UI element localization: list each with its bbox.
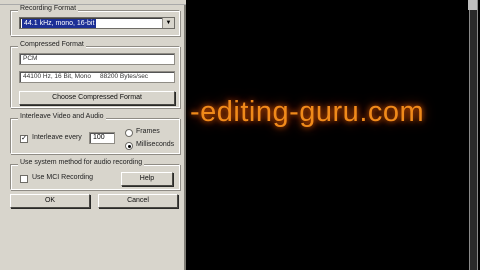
interleave-checkbox-label: Interleave every xyxy=(32,134,82,141)
interleave-checkbox[interactable]: ✓ xyxy=(20,135,28,143)
frames-radio[interactable] xyxy=(125,129,133,137)
scrollbar-track[interactable] xyxy=(469,0,478,270)
system-method-group: Use system method for audio recording Us… xyxy=(10,159,180,190)
recording-format-value: 44.1 kHz, mono, 16-bit xyxy=(22,19,97,28)
interleave-value-input[interactable]: 100 xyxy=(89,132,115,144)
chevron-down-icon[interactable]: ▼ xyxy=(162,18,174,28)
system-method-label: Use system method for audio recording xyxy=(18,159,145,166)
format-details: 44100 Hz, 16 Bit, Mono xyxy=(23,73,91,80)
help-button[interactable]: Help xyxy=(121,172,173,186)
scrollbar-thumb[interactable] xyxy=(468,0,477,10)
interleave-group: Interleave Video and Audio ✓ Interleave … xyxy=(10,113,180,154)
milliseconds-radio[interactable] xyxy=(125,142,133,150)
ok-button[interactable]: OK xyxy=(10,194,90,208)
mci-recording-checkbox[interactable] xyxy=(20,175,28,183)
compressed-format-label: Compressed Format xyxy=(18,41,86,48)
choose-compressed-format-button[interactable]: Choose Compressed Format xyxy=(19,91,175,105)
vertical-scrollbar[interactable] xyxy=(464,0,480,270)
interleave-label: Interleave Video and Audio xyxy=(18,113,106,120)
cancel-button[interactable]: Cancel xyxy=(98,194,178,208)
recording-format-select[interactable]: 44.1 kHz, mono, 16-bit ▼ xyxy=(19,17,175,29)
mci-recording-label: Use MCI Recording xyxy=(32,174,94,181)
format-details-field: 44100 Hz, 16 Bit, Mono 88200 Bytes/sec xyxy=(19,71,175,83)
bytes-per-sec: 88200 Bytes/sec xyxy=(100,73,149,80)
audio-format-dialog: Recording Format 44.1 kHz, mono, 16-bit … xyxy=(0,0,186,270)
recording-format-group: Recording Format 44.1 kHz, mono, 16-bit … xyxy=(10,5,180,36)
milliseconds-radio-label: Milliseconds xyxy=(136,141,175,148)
recording-format-label: Recording Format xyxy=(18,5,79,12)
watermark-logo: -editing-guru.com xyxy=(190,96,425,128)
frames-radio-label: Frames xyxy=(136,128,160,135)
codec-field: PCM xyxy=(19,53,175,65)
compressed-format-group: Compressed Format PCM 44100 Hz, 16 Bit, … xyxy=(10,41,180,108)
